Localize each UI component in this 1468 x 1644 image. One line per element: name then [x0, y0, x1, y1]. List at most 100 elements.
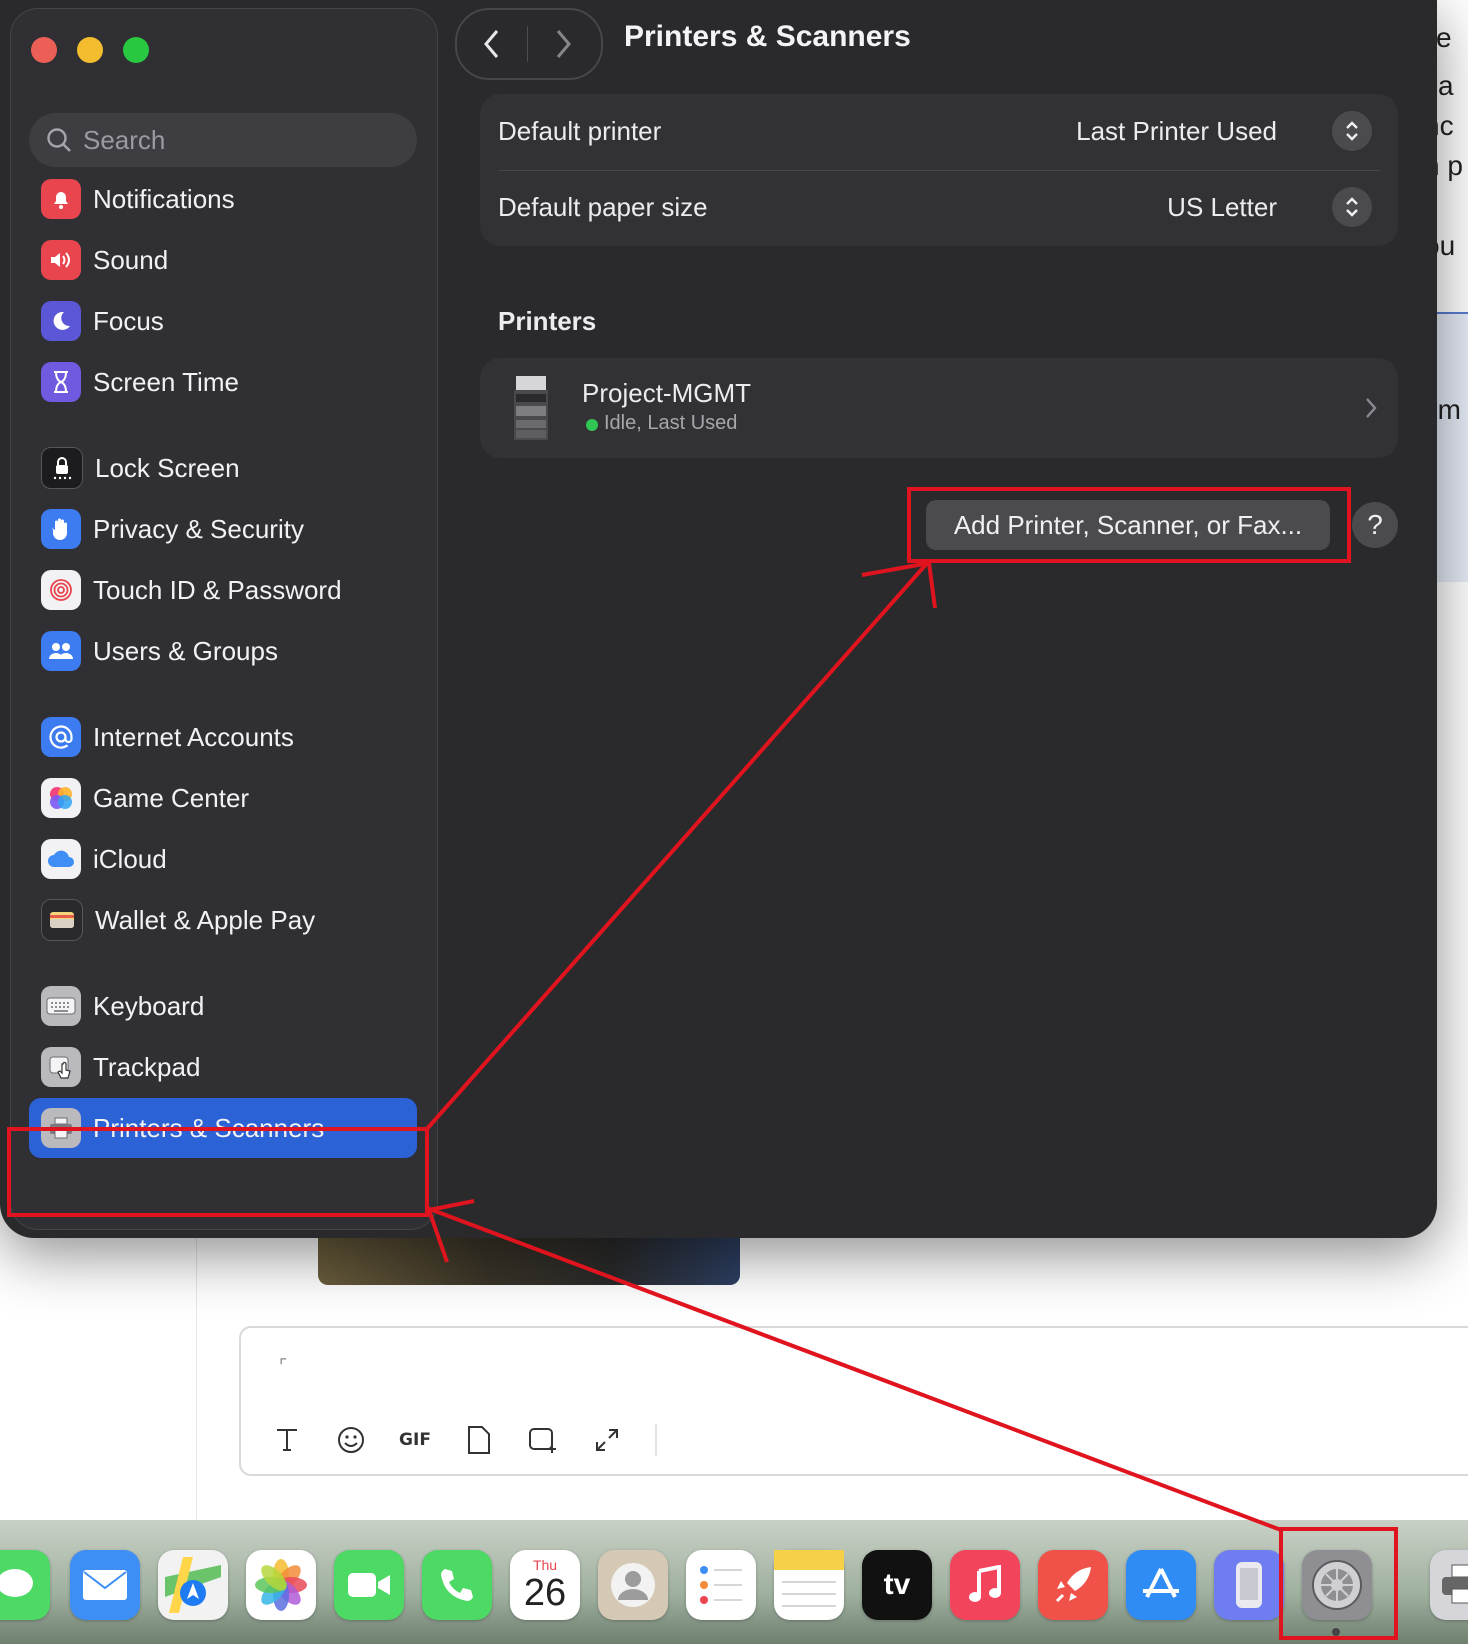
sidebar-item-wallet-apple-pay[interactable]: Wallet & Apple Pay: [29, 890, 417, 950]
sidebar-item-label: Wallet & Apple Pay: [95, 904, 316, 935]
search-icon: [47, 128, 71, 152]
chevron-right-icon: [1364, 396, 1378, 427]
sidebar-item-keyboard[interactable]: Keyboard: [29, 976, 417, 1036]
chevron-left-icon: [484, 30, 499, 58]
hand-icon: [41, 509, 81, 549]
sidebar-item-sound[interactable]: Sound: [29, 230, 417, 290]
sidebar-item-label: Internet Accounts: [93, 721, 294, 752]
minimize-window-button[interactable]: [77, 37, 103, 63]
up-down-chevron-icon: [1346, 121, 1358, 141]
reminders-icon[interactable]: [686, 1550, 756, 1620]
music-icon[interactable]: [950, 1550, 1020, 1620]
emoji-icon[interactable]: [331, 1420, 371, 1460]
appletv-icon[interactable]: tv: [862, 1550, 932, 1620]
trackpad-icon: [41, 1047, 81, 1087]
default-printer-value[interactable]: Last Printer Used: [1076, 116, 1277, 147]
sidebar-item-label: Lock Screen: [95, 452, 240, 483]
printer-icon: [41, 1108, 81, 1148]
chevron-right-icon: [556, 30, 571, 58]
phone-icon[interactable]: [422, 1550, 492, 1620]
bg-divider: [196, 1200, 197, 1520]
sidebar-item-label: Notifications: [93, 183, 235, 214]
mail-icon[interactable]: [70, 1550, 140, 1620]
iphone-mirroring-icon[interactable]: [1214, 1550, 1284, 1620]
system-settings-window: Notifications Sound Focus Screen Time Lo…: [0, 0, 1437, 1238]
expand-icon[interactable]: [587, 1420, 627, 1460]
back-button[interactable]: [457, 14, 527, 74]
fingerprint-icon: [41, 570, 81, 610]
add-frame-icon[interactable]: [523, 1420, 563, 1460]
sidebar-item-notifications[interactable]: Notifications: [29, 169, 417, 229]
messages-icon[interactable]: [0, 1550, 50, 1620]
sidebar-item-label: Trackpad: [93, 1051, 201, 1082]
sidebar-item-internet-accounts[interactable]: Internet Accounts: [29, 707, 417, 767]
sidebar-item-label: Sound: [93, 244, 169, 275]
gif-icon[interactable]: GIF: [395, 1420, 435, 1460]
sidebar-item-screen-time[interactable]: Screen Time: [29, 352, 417, 412]
sidebar-item-focus[interactable]: Focus: [29, 291, 417, 351]
paper-size-stepper[interactable]: [1332, 187, 1372, 227]
sidebar-item-icloud[interactable]: iCloud: [29, 829, 417, 889]
page-title: Printers & Scanners: [624, 20, 911, 53]
up-down-chevron-icon: [1346, 197, 1358, 217]
printer-name: Project-MGMT: [582, 378, 751, 408]
lock-icon: [41, 447, 83, 489]
add-printer-scanner-fax-button[interactable]: Add Printer, Scanner, or Fax...: [926, 500, 1330, 550]
photos-icon[interactable]: [246, 1550, 316, 1620]
dock: Thu 26 tv: [0, 1520, 1468, 1644]
contacts-icon[interactable]: [598, 1550, 668, 1620]
sidebar-item-users-groups[interactable]: Users & Groups: [29, 621, 417, 681]
calendar-icon[interactable]: Thu 26: [510, 1550, 580, 1620]
paper-size-value[interactable]: US Letter: [1167, 192, 1277, 223]
status-indicator: [586, 419, 598, 431]
sidebar-item-label: Users & Groups: [93, 635, 278, 666]
sidebar-item-lock-screen[interactable]: Lock Screen: [29, 438, 417, 498]
at-icon: [41, 717, 81, 757]
notes-icon[interactable]: [774, 1550, 844, 1620]
printer-status: Idle, Last Used: [604, 412, 738, 434]
facetime-icon[interactable]: [334, 1550, 404, 1620]
printer-device-icon: [512, 376, 550, 445]
sidebar-item-label: Printers & Scanners: [93, 1112, 325, 1143]
hourglass-icon: [41, 362, 81, 402]
sidebar-item-label: Keyboard: [93, 990, 205, 1021]
sidebar-item-touch-id-password[interactable]: Touch ID & Password: [29, 560, 417, 620]
cloud-icon: [41, 839, 81, 879]
help-button[interactable]: ?: [1352, 502, 1398, 548]
running-app-indicator: [1332, 1628, 1340, 1636]
sidebar-item-trackpad[interactable]: Trackpad: [29, 1037, 417, 1097]
sidebar-item-label: Screen Time: [93, 366, 239, 397]
sidebar: Notifications Sound Focus Screen Time Lo…: [10, 8, 438, 1230]
rocket-icon[interactable]: [1038, 1550, 1108, 1620]
paper-size-label: Default paper size: [498, 192, 708, 222]
maps-icon[interactable]: [158, 1550, 228, 1620]
composer-toolbar: GIF: [267, 1420, 657, 1460]
sidebar-item-label: Touch ID & Password: [93, 574, 342, 605]
message-composer[interactable]: ⌜ GIF: [239, 1326, 1468, 1476]
printer-icon[interactable]: [1430, 1550, 1468, 1620]
bg-text: e: [1436, 22, 1452, 53]
sidebar-item-label: Focus: [93, 305, 164, 336]
close-window-button[interactable]: [31, 37, 57, 63]
speaker-icon: [41, 240, 81, 280]
moon-icon: [41, 301, 81, 341]
text-format-icon[interactable]: [267, 1420, 307, 1460]
zoom-window-button[interactable]: [123, 37, 149, 63]
sidebar-item-label: iCloud: [93, 843, 167, 874]
default-printer-stepper[interactable]: [1332, 111, 1372, 151]
forward-button[interactable]: [528, 14, 598, 74]
sidebar-item-label: Game Center: [93, 782, 250, 813]
printers-section-title: Printers: [498, 306, 597, 336]
system-settings-icon[interactable]: [1302, 1550, 1372, 1620]
sidebar-item-printers-scanners[interactable]: Printers & Scanners: [29, 1098, 417, 1158]
navigation-buttons: [455, 8, 603, 80]
sidebar-item-label: Privacy & Security: [93, 513, 304, 544]
search-input[interactable]: [81, 123, 405, 157]
app-store-icon[interactable]: [1126, 1550, 1196, 1620]
attachment-icon[interactable]: [459, 1420, 499, 1460]
keyboard-icon: [41, 986, 81, 1026]
sidebar-search[interactable]: [29, 113, 417, 167]
users-icon: [41, 631, 81, 671]
sidebar-item-privacy-security[interactable]: Privacy & Security: [29, 499, 417, 559]
sidebar-item-game-center[interactable]: Game Center: [29, 768, 417, 828]
